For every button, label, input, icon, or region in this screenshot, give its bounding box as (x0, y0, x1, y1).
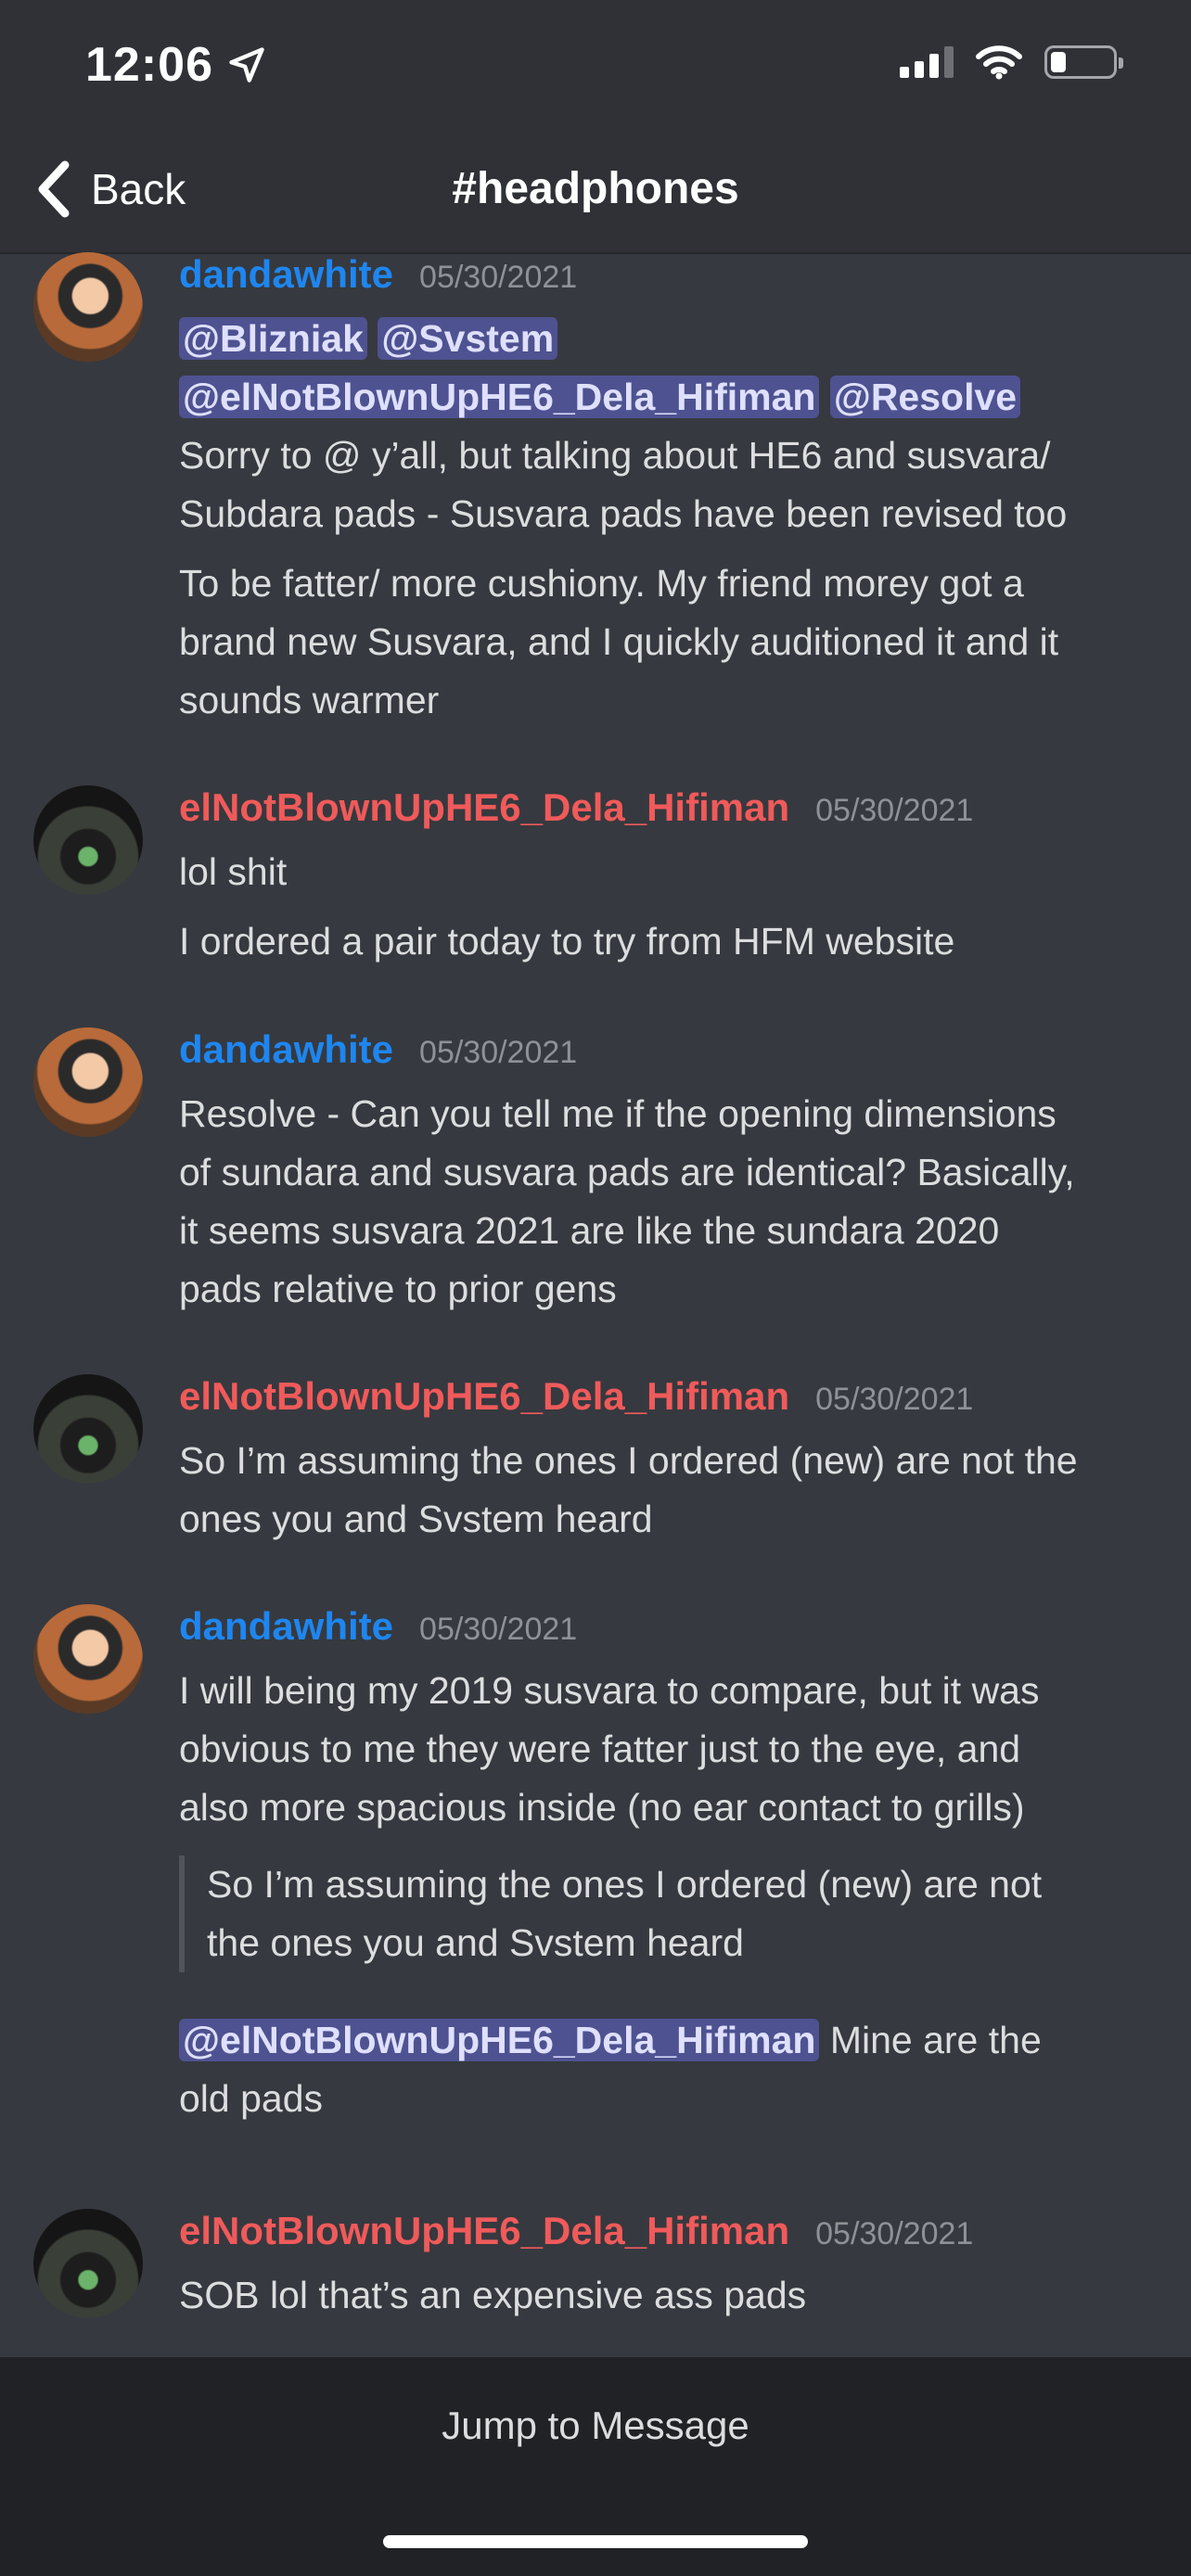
mention[interactable]: @Svstem (378, 317, 558, 360)
message-timestamp: 05/30/2021 (419, 260, 578, 295)
author-name[interactable]: dandawhite (179, 252, 393, 297)
mention[interactable]: @elNotBlownUpHE6_Dela_Hifiman (179, 2019, 820, 2061)
message-text: also more spacious inside (no ear contac… (179, 1786, 1025, 1829)
message-text: lol shit (179, 850, 288, 893)
message-text: Sorry to @ y’all, but talking about HE6 … (179, 434, 1051, 477)
message-text: I ordered a pair today to try from HFM w… (179, 920, 955, 963)
message-text: SOB lol that’s an expensive ass pads (179, 2274, 807, 2316)
mention[interactable]: @elNotBlownUpHE6_Dela_Hifiman (179, 376, 820, 418)
message-timestamp: 05/30/2021 (815, 793, 974, 828)
message-text: To be fatter/ more cushiony. My friend m… (179, 562, 1024, 605)
author-name[interactable]: dandawhite (179, 1027, 393, 1072)
message-text: of sundara and susvara pads are identica… (179, 1151, 1075, 1193)
message-timestamp: 05/30/2021 (815, 1382, 974, 1417)
quote-text: So I’m assuming the ones I ordered (new)… (207, 1863, 1043, 1906)
message-text: it seems susvara 2021 are like the sunda… (179, 1209, 1000, 1252)
reply-line: @elNotBlownUpHE6_Dela_Hifiman Mine are t… (179, 2011, 1163, 2070)
avatar[interactable] (33, 785, 143, 895)
avatar[interactable] (33, 1027, 143, 1137)
status-time: 12:06 (85, 37, 267, 93)
message-text: I will being my 2019 susvara to compare,… (179, 1669, 1040, 1712)
message-timestamp: 05/30/2021 (815, 2216, 974, 2251)
message-text: Subdara pads - Susvara pads have been re… (179, 492, 1068, 535)
top-bar: 12:06 Back #headphones (0, 0, 1191, 254)
wifi-icon (976, 45, 1022, 80)
avatar[interactable] (33, 1374, 143, 1484)
battery-icon (1044, 45, 1123, 79)
message-timestamp: 05/30/2021 (419, 1612, 578, 1647)
author-name[interactable]: elNotBlownUpHE6_Dela_Hifiman (179, 2209, 789, 2253)
status-icons (900, 45, 1123, 80)
message-text: sounds warmer (179, 679, 440, 721)
message-timestamp: 05/30/2021 (419, 1035, 578, 1070)
author-name[interactable]: dandawhite (179, 1604, 393, 1649)
message-text: ones you and Svstem heard (179, 1498, 653, 1540)
quote-text: the ones you and Svstem heard (207, 1921, 744, 1964)
avatar[interactable] (33, 2209, 143, 2318)
message-text: old pads (179, 2077, 324, 2120)
location-arrow-icon (229, 47, 264, 83)
message-text: Mine are the (829, 2019, 1042, 2061)
message-text: brand new Susvara, and I quickly auditio… (179, 620, 1059, 663)
mention[interactable]: @Blizniak (179, 317, 367, 360)
message-text: Resolve - Can you tell me if the opening… (179, 1092, 1057, 1135)
message-text: obvious to me they were fatter just to t… (179, 1728, 1021, 1770)
home-indicator[interactable] (383, 2535, 808, 2548)
quote-block: So I’m assuming the ones I ordered (new)… (179, 1855, 1163, 1972)
message-text: So I’m assuming the ones I ordered (new)… (179, 1439, 1078, 1482)
message-text: pads relative to prior gens (179, 1268, 617, 1310)
avatar[interactable] (33, 252, 143, 362)
jump-to-message-button[interactable]: Jump to Message (0, 2404, 1191, 2448)
channel-title: #headphones (452, 164, 739, 213)
clock-text: 12:06 (85, 38, 213, 92)
message-list[interactable]: dandawhite 05/30/2021 @Blizniak @Svstem … (0, 252, 1191, 2357)
mention[interactable]: @Resolve (829, 376, 1021, 418)
mention-line: @elNotBlownUpHE6_Dela_Hifiman @Resolve (179, 368, 1163, 427)
author-name[interactable]: elNotBlownUpHE6_Dela_Hifiman (179, 785, 789, 830)
mention-line: @Blizniak @Svstem (179, 310, 1163, 368)
cellular-signal-icon (900, 46, 954, 78)
avatar[interactable] (33, 1604, 143, 1714)
author-name[interactable]: elNotBlownUpHE6_Dela_Hifiman (179, 1374, 789, 1419)
